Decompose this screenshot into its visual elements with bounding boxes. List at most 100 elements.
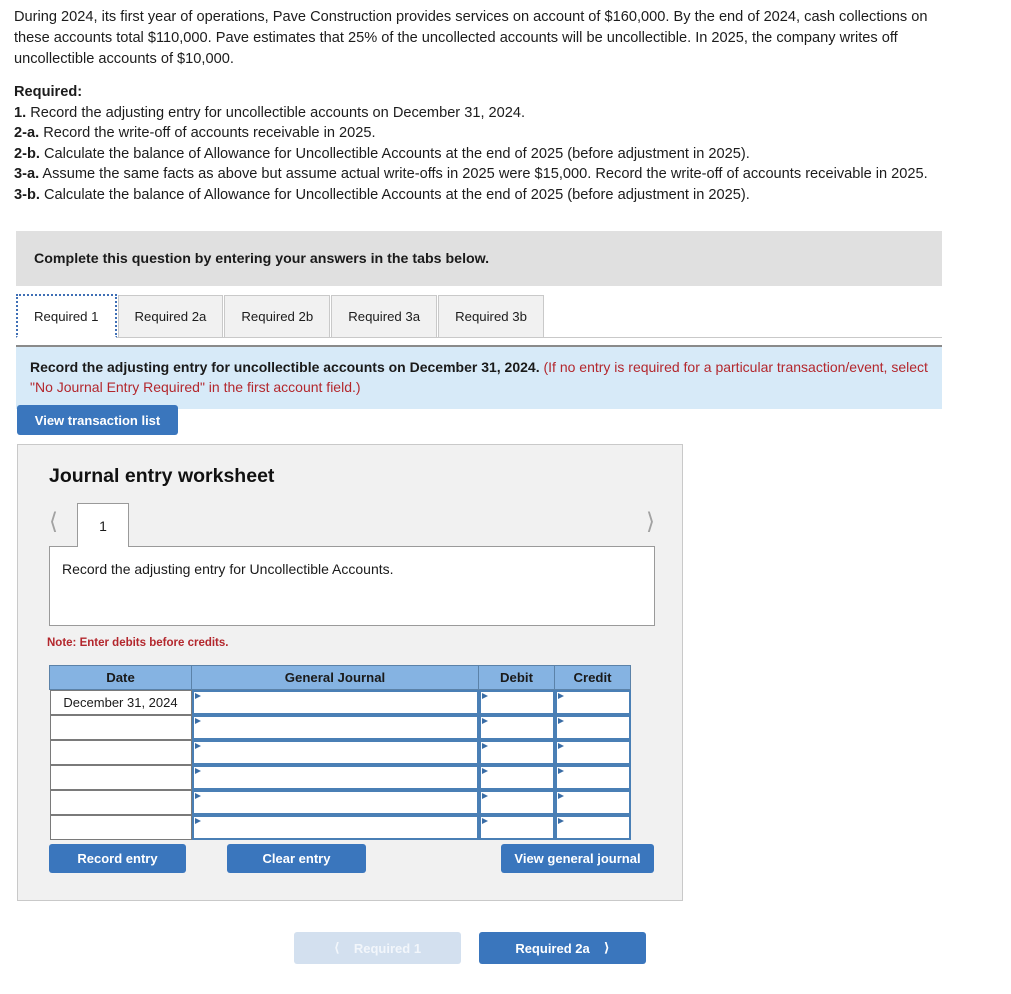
column-header-date: Date [49, 665, 192, 690]
general-journal-cell[interactable] [191, 690, 479, 715]
clear-entry-button[interactable]: Clear entry [227, 844, 366, 873]
tab-required-2a[interactable]: Required 2a [117, 295, 224, 337]
table-row [49, 740, 631, 765]
tab-required-3a[interactable]: Required 3a [331, 295, 438, 337]
chevron-left-icon[interactable]: ⟨ [49, 511, 58, 534]
account-select[interactable] [191, 715, 479, 740]
view-transaction-list-button[interactable]: View transaction list [17, 405, 178, 435]
debit-cell[interactable] [478, 765, 555, 790]
debit-input[interactable] [478, 765, 555, 790]
prompt-band: Complete this question by entering your … [16, 231, 942, 286]
account-select[interactable] [191, 790, 479, 815]
date-cell[interactable] [49, 815, 192, 840]
account-select[interactable] [191, 740, 479, 765]
view-general-journal-button[interactable]: View general journal [501, 844, 654, 873]
required-item-2a-text: Record the write-off of accounts receiva… [39, 125, 376, 141]
table-header-row: Date General Journal Debit Credit [49, 665, 631, 690]
credit-input[interactable] [554, 740, 631, 765]
credit-cell[interactable] [554, 715, 631, 740]
debit-cell[interactable] [478, 715, 555, 740]
credit-cell[interactable] [554, 690, 631, 715]
account-select[interactable] [191, 765, 479, 790]
credit-input[interactable] [554, 815, 631, 840]
problem-statement: During 2024, its first year of operation… [14, 7, 949, 70]
date-cell[interactable]: December 31, 2024 [49, 690, 192, 715]
credit-cell[interactable] [554, 815, 631, 840]
table-row [49, 715, 631, 740]
debit-input[interactable] [478, 790, 555, 815]
general-journal-cell[interactable] [191, 790, 479, 815]
date-value [49, 765, 192, 790]
date-value [49, 790, 192, 815]
required-item-2a-num: 2-a. [14, 125, 40, 141]
journal-entry-table: Date General Journal Debit Credit Decemb… [49, 665, 631, 840]
nav-next-button[interactable]: Required 2a ⟩ [479, 932, 646, 964]
general-journal-cell[interactable] [191, 715, 479, 740]
tab-required-1[interactable]: Required 1 [16, 294, 117, 338]
worksheet-action-buttons: Record entry Clear entry View general jo… [18, 844, 684, 874]
required-heading: Required: [14, 84, 83, 100]
debits-before-credits-note: Note: Enter debits before credits. [47, 637, 229, 649]
debit-input[interactable] [478, 815, 555, 840]
worksheet-pager: ⟨ 1 ⟩ [49, 503, 655, 547]
tab-required-2b-label: Required 2b [241, 309, 314, 324]
date-cell[interactable] [49, 715, 192, 740]
debit-cell[interactable] [478, 690, 555, 715]
tab-required-3b-label: Required 3b [455, 309, 527, 324]
chevron-right-icon[interactable]: ⟩ [646, 511, 655, 534]
table-row: December 31, 2024 [49, 690, 631, 715]
credit-cell[interactable] [554, 765, 631, 790]
table-row [49, 815, 631, 840]
record-entry-button[interactable]: Record entry [49, 844, 186, 873]
credit-input[interactable] [554, 790, 631, 815]
required-item-2a: 2-a. Record the write-off of accounts re… [14, 123, 954, 144]
nav-prev-button[interactable]: ⟨ Required 1 [294, 932, 461, 964]
debit-input[interactable] [478, 690, 555, 715]
date-cell[interactable] [49, 740, 192, 765]
general-journal-cell[interactable] [191, 740, 479, 765]
required-item-3b-num: 3-b. [14, 186, 40, 203]
required-item-3a: 3-a. Assume the same facts as above but … [14, 164, 954, 185]
date-value [49, 815, 192, 840]
required-item-1-text: Record the adjusting entry for uncollect… [26, 104, 526, 121]
debit-cell[interactable] [478, 790, 555, 815]
general-journal-cell[interactable] [191, 815, 479, 840]
general-journal-cell[interactable] [191, 765, 479, 790]
account-select[interactable] [191, 690, 479, 715]
journal-entry-worksheet-panel: Journal entry worksheet ⟨ 1 ⟩ Record the… [17, 444, 683, 901]
tab-required-3b[interactable]: Required 3b [438, 295, 544, 337]
instruction-bar: Record the adjusting entry for uncollect… [16, 345, 942, 409]
required-item-2b-num: 2-b. [14, 145, 40, 162]
credit-cell[interactable] [554, 740, 631, 765]
credit-cell[interactable] [554, 790, 631, 815]
credit-input[interactable] [554, 690, 631, 715]
account-select[interactable] [191, 815, 479, 840]
required-item-3a-text: Assume the same facts as above but assum… [39, 166, 928, 182]
debit-cell[interactable] [478, 740, 555, 765]
credit-input[interactable] [554, 765, 631, 790]
chevron-right-icon: ⟩ [603, 940, 610, 956]
worksheet-page-number: 1 [99, 517, 107, 534]
date-cell[interactable] [49, 790, 192, 815]
required-item-2b-text: Calculate the balance of Allowance for U… [39, 145, 750, 162]
required-item-2b: 2-b. Calculate the balance of Allowance … [14, 144, 954, 165]
required-item-3b: 3-b. Calculate the balance of Allowance … [14, 185, 954, 206]
debit-cell[interactable] [478, 815, 555, 840]
problem-text: During 2024, its first year of operation… [14, 9, 928, 67]
tab-required-1-label: Required 1 [34, 308, 99, 324]
credit-input[interactable] [554, 715, 631, 740]
required-item-1: 1. Record the adjusting entry for uncoll… [14, 103, 954, 124]
debit-input[interactable] [478, 715, 555, 740]
worksheet-page-tab-1[interactable]: 1 [77, 503, 129, 547]
date-cell[interactable] [49, 765, 192, 790]
instruction-main-text: Record the adjusting entry for uncollect… [30, 359, 540, 375]
tab-strip: Required 1 Required 2a Required 2b Requi… [16, 294, 942, 338]
debit-input[interactable] [478, 740, 555, 765]
required-item-1-num: 1. [14, 104, 27, 121]
date-value: December 31, 2024 [49, 690, 192, 715]
tab-required-3a-label: Required 3a [348, 309, 421, 324]
tab-required-2b[interactable]: Required 2b [224, 295, 331, 337]
table-row [49, 765, 631, 790]
column-header-credit: Credit [554, 665, 631, 690]
table-row [49, 790, 631, 815]
